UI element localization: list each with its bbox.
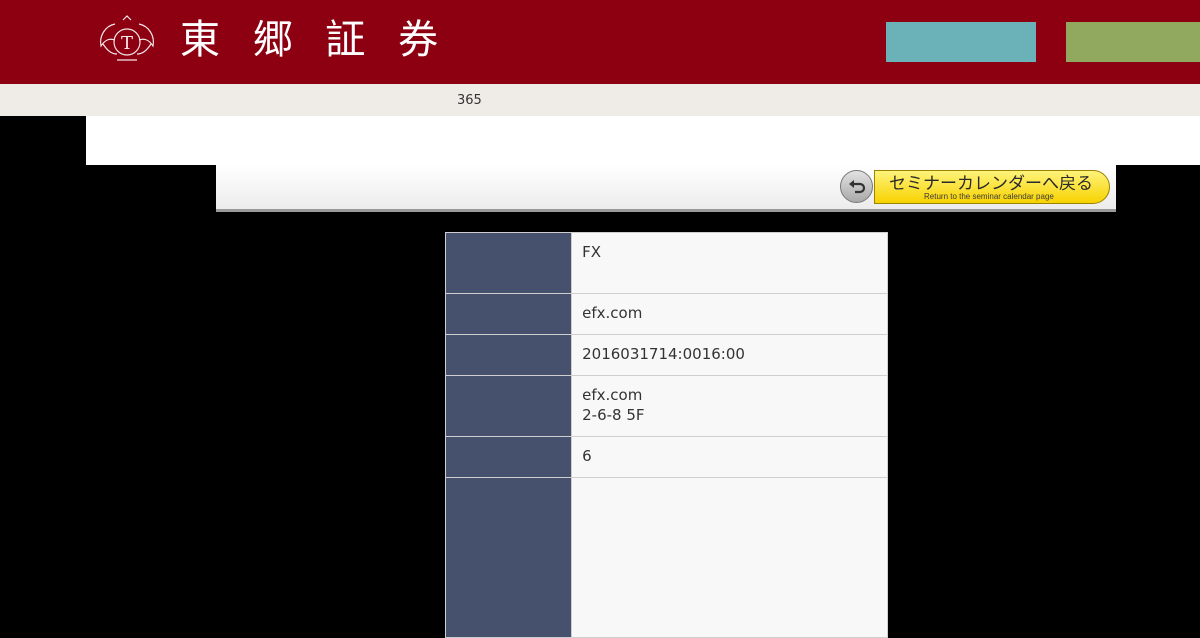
breadcrumb-text: 365 [457,93,482,108]
back-button-label: セミナーカレンダーへ戻る [889,174,1093,194]
row-label-cell [444,375,573,437]
table-row [444,477,888,638]
row-value-text: efx.com [582,386,643,404]
back-to-calendar-button[interactable]: セミナーカレンダーへ戻る Return to the seminar calen… [840,169,1110,205]
back-button-sublabel: Return to the seminar calendar page [924,192,1054,201]
table-row: 2016031714:0016:00 [444,334,888,376]
row-value-cell: 2016031714:0016:00 [571,334,888,376]
back-arrow-icon [840,170,873,203]
content-banner [86,116,1200,165]
site-header: T 東 郷 証 券 [0,0,1200,84]
row-value-cell: FX [571,232,888,294]
row-value-cell: 6 [571,436,888,478]
row-value-text: 2-6-8 5F [582,406,645,424]
row-label-cell [444,436,573,478]
svg-text:T: T [121,33,133,54]
row-value-text: efx.com [582,304,643,322]
breadcrumb-bar: 365 [0,84,1200,116]
header-button-teal[interactable] [886,22,1036,62]
table-row: efx.com 2-6-8 5F [444,375,888,437]
row-value-text: 6 [582,447,592,465]
table-row: 6 [444,436,888,478]
row-label-cell [444,232,573,294]
row-value-cell: efx.com 2-6-8 5F [571,375,888,437]
row-value-cell [571,477,888,638]
header-button-green[interactable] [1066,22,1200,62]
row-value-cell: efx.com [571,293,888,335]
row-label-cell [444,293,573,335]
table-row: efx.com [444,293,888,335]
row-label-cell [444,334,573,376]
seminar-toolbar: セミナーカレンダーへ戻る Return to the seminar calen… [216,165,1116,212]
row-value-text: FX [582,243,602,261]
brand-name[interactable]: 東 郷 証 券 [180,14,448,66]
row-label-cell [444,477,573,638]
seminar-details-table: FX efx.com 2016031714:0016:00 efx.com 2-6-8 … [444,232,888,638]
back-button-body[interactable]: セミナーカレンダーへ戻る Return to the seminar calen… [874,170,1110,204]
crest-emblem-icon[interactable]: T [95,14,159,66]
row-value-text: 2016031714:0016:00 [582,345,745,363]
table-row: FX [444,232,888,294]
